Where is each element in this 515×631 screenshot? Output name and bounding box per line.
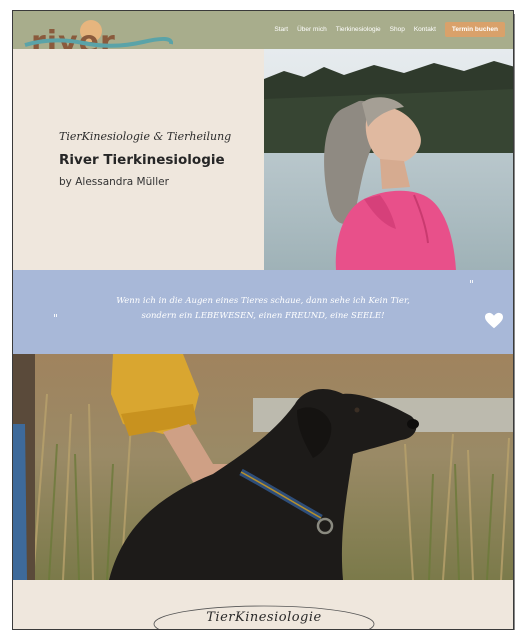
- quote-band: " " Wenn ich in die Augen eines Tieres s…: [13, 270, 513, 354]
- quote-line-2: sondern ein LEBEWESEN, einen FREUND, ein…: [141, 311, 385, 321]
- section-title: TierKinesiologie: [206, 610, 322, 625]
- website-page: river Start Über mich Tierkinesiologie S…: [12, 10, 514, 630]
- heart-icon: [485, 312, 503, 329]
- nav-tierkinesiologie[interactable]: Tierkinesiologie: [336, 26, 381, 33]
- quote-line-1: Wenn ich in die Augen eines Tieres schau…: [116, 296, 410, 306]
- nav-kontakt[interactable]: Kontakt: [414, 26, 436, 33]
- termin-buchen-button[interactable]: Termin buchen: [444, 22, 505, 37]
- section-tierkinesiologie: TierKinesiologie: [13, 580, 513, 629]
- quote-open-mark: ": [53, 312, 59, 325]
- hero-title: River Tierkinesiologie: [59, 152, 225, 168]
- hero-photo-woman: [264, 49, 513, 270]
- nav-ueber-mich[interactable]: Über mich: [297, 26, 327, 33]
- nav-start[interactable]: Start: [274, 26, 288, 33]
- main-nav: Start Über mich Tierkinesiologie Shop Ko…: [274, 22, 505, 37]
- quote-close-mark: ": [469, 278, 475, 291]
- site-header: river Start Über mich Tierkinesiologie S…: [13, 11, 513, 55]
- hero-subtitle: TierKinesiologie & Tierheilung: [59, 130, 232, 143]
- hero-text-panel: TierKinesiologie & Tierheilung River Tie…: [13, 49, 264, 270]
- hero-byline: by Alessandra Müller: [59, 176, 169, 188]
- dog-photo: [13, 354, 513, 580]
- nav-shop[interactable]: Shop: [390, 26, 405, 33]
- quote-text: Wenn ich in die Augen eines Tieres schau…: [73, 294, 453, 324]
